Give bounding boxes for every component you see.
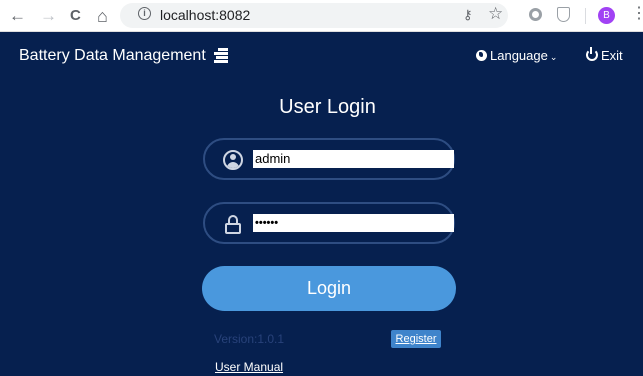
reload-icon[interactable]: C: [70, 6, 81, 26]
bookmark-star-icon[interactable]: ☆: [488, 4, 503, 24]
language-dropdown[interactable]: Language ⌄: [476, 48, 557, 65]
app-title: Battery Data Management: [19, 47, 206, 64]
version-label: Version:1.0.1: [214, 332, 285, 346]
login-title: User Login: [279, 96, 376, 118]
menu-list-icon[interactable]: [214, 48, 228, 63]
key-icon[interactable]: ⚷: [463, 7, 473, 23]
exit-label: Exit: [601, 48, 623, 63]
lock-icon: [225, 215, 241, 235]
extension-circle-icon[interactable]: [529, 8, 542, 21]
login-button[interactable]: Login: [202, 266, 456, 311]
home-icon[interactable]: ⌂: [97, 6, 108, 26]
forward-arrow-icon[interactable]: →: [40, 6, 57, 26]
app-page: Battery Data Management Language ⌄ Exit U…: [0, 32, 643, 376]
user-icon: [223, 150, 243, 170]
username-field: [203, 138, 455, 180]
address-url[interactable]: localhost:8082: [160, 6, 250, 24]
language-label: Language: [490, 48, 548, 63]
profile-avatar[interactable]: B: [598, 7, 615, 24]
site-info-icon[interactable]: i: [138, 7, 151, 20]
globe-icon: [476, 50, 487, 61]
browser-toolbar: ← → C ⌂ i localhost:8082 ⚷ ☆ B ⋮: [0, 0, 643, 32]
back-arrow-icon[interactable]: ←: [9, 6, 26, 26]
power-icon: [586, 47, 598, 61]
user-manual-link[interactable]: User Manual: [215, 360, 283, 374]
exit-button[interactable]: Exit: [586, 47, 623, 64]
browser-menu-icon[interactable]: ⋮: [631, 5, 643, 23]
extension-shield-icon[interactable]: [557, 7, 570, 22]
chevron-down-icon: ⌄: [549, 52, 558, 62]
username-input[interactable]: [253, 150, 454, 168]
password-input[interactable]: ••••••: [253, 214, 454, 232]
password-field: ••••••: [203, 202, 455, 244]
toolbar-divider: [585, 8, 586, 24]
register-button[interactable]: Register: [391, 330, 441, 348]
